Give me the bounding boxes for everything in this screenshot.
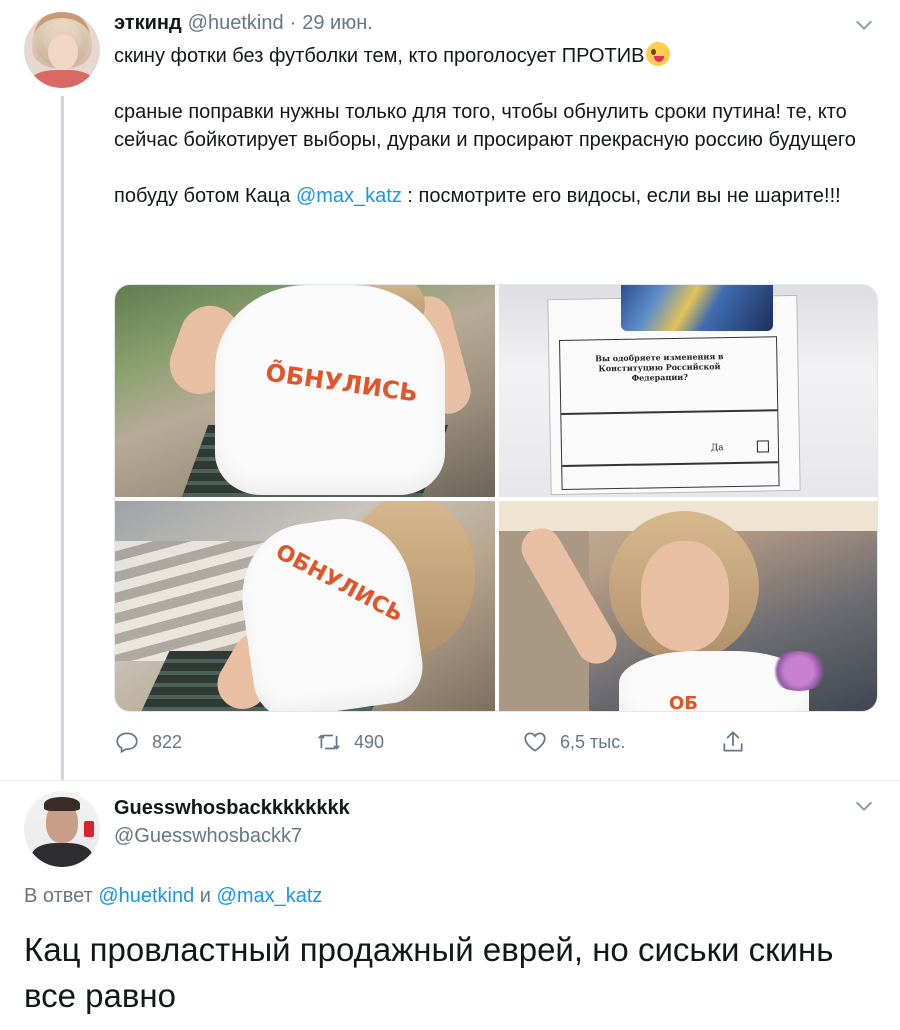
reply-author-name[interactable]: Guesswhosbackkkkkkkk xyxy=(114,797,350,820)
mention-link[interactable]: @max_katz xyxy=(296,185,402,207)
retweet-action[interactable]: 490 xyxy=(316,728,384,756)
phone-case-starry-night xyxy=(621,285,773,331)
tweet-main[interactable]: эткинд @huetkind · 29 июн. скину фотки б… xyxy=(0,0,900,780)
tweet-text-line-3-start: побуду ботом Каца xyxy=(114,185,296,207)
reply-count: 822 xyxy=(152,731,183,752)
photo-girl-tshirt-bench[interactable]: ÕБНУЛИСЬ xyxy=(115,285,495,497)
shirt-text-3: ОБ xyxy=(669,693,699,712)
ballot-checkbox xyxy=(756,440,770,453)
photo-ballot[interactable]: Вы одобряете изменения в Конституцию Рос… xyxy=(499,285,877,497)
reply-author-handle[interactable]: @Guesswhosbackk7 xyxy=(114,825,302,848)
photo-girl-selfie[interactable]: ОБ xyxy=(499,501,877,712)
reply-and: и xyxy=(194,885,217,907)
share-action[interactable] xyxy=(720,728,746,756)
ballot-yes-label: Да xyxy=(710,443,724,454)
thread-line xyxy=(61,96,64,780)
tweet-text: скину фотки без футболки тем, кто прогол… xyxy=(114,42,884,210)
tweet-text-paragraph-2: сраные поправки нужны только для того, ч… xyxy=(114,101,856,151)
retweet-count: 490 xyxy=(354,731,385,752)
author-name[interactable]: эткинд xyxy=(114,12,182,35)
ballot-question: Вы одобряете изменения в Конституцию Рос… xyxy=(595,351,724,383)
tweet-actions: 822 490 6,5 тыс. xyxy=(114,728,754,756)
reply-chevron-down-icon[interactable] xyxy=(852,795,876,819)
photo-girl-tshirt-crosswalk[interactable]: ОБНУЛИСЬ xyxy=(115,501,495,711)
chevron-down-icon[interactable] xyxy=(852,14,876,38)
header-separator: · xyxy=(289,12,297,34)
reply-to-line: В ответ @huetkind и @max_katz xyxy=(24,885,322,908)
reply-mention-max-katz[interactable]: @max_katz xyxy=(217,885,323,907)
tweet-text-line-1: скину фотки без футболки тем, кто прогол… xyxy=(114,45,645,67)
reply-icon xyxy=(116,732,138,754)
reply-text: Кац провластный продажный еврей, но сись… xyxy=(24,931,834,1014)
zany-face-emoji-icon xyxy=(646,42,671,66)
like-count: 6,5 тыс. xyxy=(560,731,626,752)
heart-icon xyxy=(524,732,546,752)
tweet-date[interactable]: 29 июн. xyxy=(302,12,373,35)
tweet-text-line-3-end: : посмотрите его видосы, если вы не шари… xyxy=(401,185,841,207)
tweet-media-grid: ÕБНУЛИСЬ Вы одобряете изменения в Консти… xyxy=(114,284,878,712)
like-action[interactable]: 6,5 тыс. xyxy=(522,728,625,756)
retweet-icon xyxy=(318,734,340,750)
tweet-header: эткинд @huetkind · 29 июн. xyxy=(114,12,373,38)
reply-author-avatar[interactable] xyxy=(24,791,100,867)
reply-action[interactable]: 822 xyxy=(114,728,182,756)
author-handle[interactable]: @huetkind xyxy=(188,12,284,35)
reply-mention-huetkind[interactable]: @huetkind xyxy=(98,885,194,907)
reply-prefix: В ответ xyxy=(24,885,99,907)
share-icon xyxy=(723,731,743,752)
tweet-reply[interactable]: Guesswhosbackkkkkkkk @Guesswhosbackk7 В … xyxy=(0,780,900,1030)
author-avatar[interactable] xyxy=(24,12,100,88)
